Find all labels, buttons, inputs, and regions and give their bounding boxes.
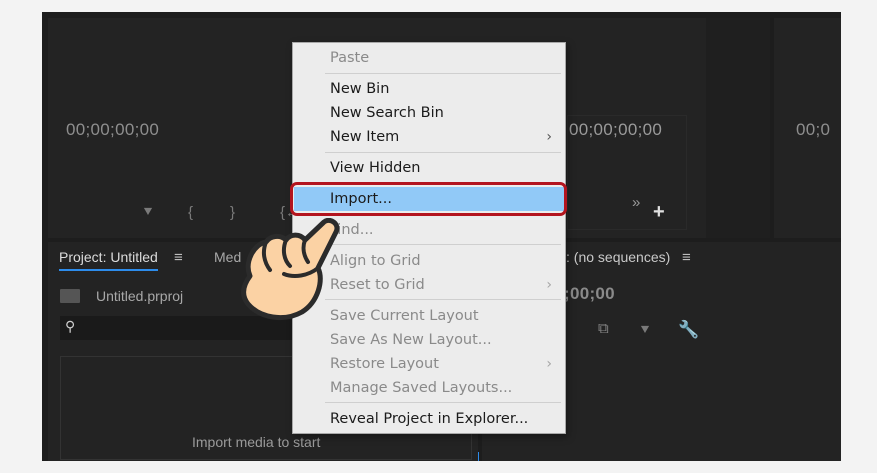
menu-item-paste[interactable]: Paste [294,46,564,70]
panel-split-line [478,452,479,461]
tab-project[interactable]: Project: Untitled [59,249,158,271]
linked-selection-icon[interactable]: ⧉ [598,320,609,337]
menu-item-restore-layout[interactable]: Restore Layout › [294,352,564,376]
menu-item-view-hidden[interactable]: View Hidden [294,156,564,180]
menu-separator [325,299,561,300]
empty-bin-text: Import media to start [192,434,321,450]
folder-icon [60,289,80,303]
wrench-icon[interactable]: 🔧 [678,320,699,340]
search-icon: ⚲ [65,318,76,334]
menu-item-save-as-new-layout[interactable]: Save As New Layout... [294,328,564,352]
panel-menu-icon[interactable]: ≡ [174,249,183,266]
menu-item-reveal-in-explorer[interactable]: Reveal Project in Explorer... [294,407,564,431]
chevron-right-icon: › [546,129,552,145]
menu-separator [325,244,561,245]
menu-item-new-item[interactable]: New Item › [294,125,564,149]
chevron-right-icon: › [546,356,552,372]
program-timecode: 00;00;00;00 [569,120,663,139]
mark-in-icon[interactable]: { [188,204,193,221]
right-panel-divider [706,18,770,238]
menu-separator [325,402,561,403]
menu-item-manage-saved-layouts[interactable]: Manage Saved Layouts... [294,376,564,400]
far-right-monitor: 00;0 [774,18,841,238]
pointing-hand-icon [241,218,340,321]
screenshot-stage: 00;00;00;00 ⯆ { } {← 00;00;00;00 » + 00;… [0,0,877,473]
project-filename: Untitled.prproj [96,288,184,304]
menu-separator [325,73,561,74]
timeline-menu-icon[interactable]: ≡ [682,249,691,266]
highlight-ring [290,182,567,216]
add-button-icon[interactable]: + [653,201,665,224]
marker-icon[interactable]: ⯆ [639,322,651,339]
source-timecode: 00;00;00;00 [66,120,160,139]
tab-timeline[interactable]: : (no sequences) [566,249,670,265]
more-controls-icon[interactable]: » [632,194,640,211]
timeline-timecode: ;00;00 [564,284,615,303]
menu-item-new-search-bin[interactable]: New Search Bin [294,101,564,125]
chevron-right-icon: › [546,277,552,293]
menu-item-new-bin[interactable]: New Bin [294,77,564,101]
marker-icon[interactable]: ⯆ [142,204,154,221]
menu-separator [325,152,561,153]
far-right-timecode: 00;0 [796,120,831,139]
